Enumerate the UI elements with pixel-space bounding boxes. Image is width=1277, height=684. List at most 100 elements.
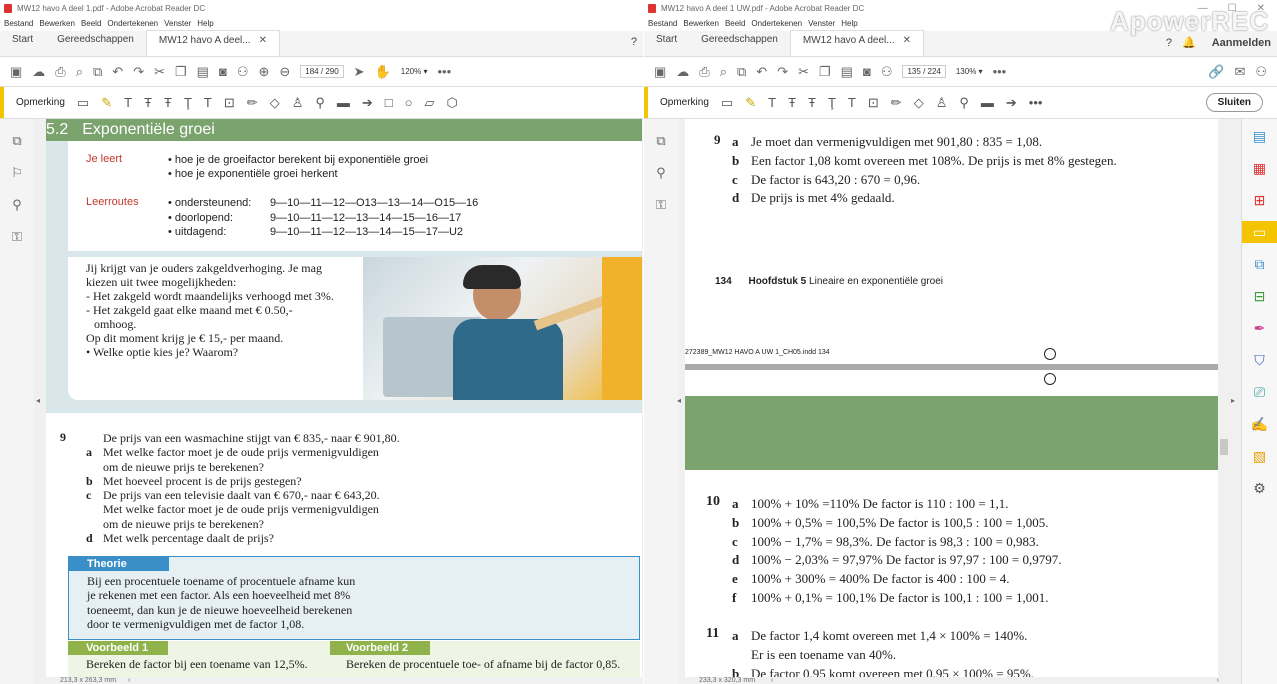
eraser-icon[interactable]: ◇ <box>914 95 924 111</box>
close-comment-button[interactable]: Sluiten <box>1205 93 1263 112</box>
share-icon[interactable]: ⧉ <box>93 64 102 80</box>
menu-bewerken[interactable]: Bewerken <box>39 19 75 28</box>
pages-icon[interactable]: ⧉ <box>12 133 21 149</box>
help-icon[interactable]: ? <box>631 36 637 48</box>
highlight-icon[interactable]: ✎ <box>101 95 112 111</box>
sticky-note-icon[interactable]: ▭ <box>721 95 733 111</box>
scrollbar-thumb[interactable] <box>1220 439 1228 455</box>
collapse-left-icon[interactable]: ◂ <box>677 396 681 405</box>
undo-icon[interactable]: ↶ <box>112 64 123 80</box>
menu-help[interactable]: Help <box>197 19 213 28</box>
copy-icon[interactable]: ❐ <box>819 64 831 80</box>
upload-icon[interactable]: ☁ <box>676 64 689 80</box>
close-icon[interactable]: ✕ <box>903 35 911 46</box>
comment-tool-icon[interactable]: ▭ <box>1241 221 1277 243</box>
pencil-icon[interactable]: ✏ <box>891 95 902 111</box>
undo-icon[interactable]: ↶ <box>756 64 767 80</box>
text-icon[interactable]: T <box>768 95 776 110</box>
stamp-icon[interactable]: ♙ <box>292 95 304 111</box>
print-icon[interactable]: ⎙ <box>55 64 65 80</box>
bookmark-icon[interactable]: ⚐ <box>11 165 23 181</box>
textbox-icon[interactable]: ⊡ <box>224 95 235 111</box>
attach-icon[interactable]: ⚲ <box>959 95 969 111</box>
textbox-icon[interactable]: ⊡ <box>868 95 879 111</box>
hand-icon[interactable]: ✋ <box>375 64 391 80</box>
more-icon[interactable]: ••• <box>437 64 451 79</box>
scroll-left-icon[interactable]: ‹ <box>128 677 130 684</box>
menu-ondertekenen[interactable]: Ondertekenen <box>107 19 158 28</box>
menu-bewerken[interactable]: Bewerken <box>683 19 719 28</box>
paste-icon[interactable]: ▤ <box>841 64 853 80</box>
attachment-icon[interactable]: ⚲ <box>12 197 22 213</box>
security-icon[interactable]: ⚿ <box>656 197 666 213</box>
attach-icon[interactable]: ⚲ <box>315 95 325 111</box>
tab-document[interactable]: MW12 havo A deel... ✕ <box>145 30 280 56</box>
strikethrough-icon[interactable]: Ŧ <box>788 95 796 110</box>
protect-icon[interactable]: ⛉ <box>1254 349 1265 371</box>
highlight-icon[interactable]: ✎ <box>745 95 756 111</box>
cloud-icon[interactable]: ▱ <box>425 95 435 111</box>
snapshot-icon[interactable]: ◙ <box>863 64 871 79</box>
insert-text-icon[interactable]: Ţ <box>184 95 192 110</box>
eraser-icon[interactable]: ◇ <box>270 95 280 111</box>
zoom-dropdown[interactable]: 120% ▾ <box>401 67 428 76</box>
mail-icon[interactable]: ✉ <box>1234 64 1245 80</box>
tab-document[interactable]: MW12 havo A deel... ✕ <box>789 30 924 56</box>
send-sign-icon[interactable]: ✍ <box>1251 413 1268 435</box>
select-icon[interactable]: ➤ <box>354 64 365 80</box>
scroll-right-icon[interactable]: › <box>1217 677 1219 684</box>
attachment-icon[interactable]: ⚲ <box>656 165 666 181</box>
menu-help[interactable]: Help <box>841 19 857 28</box>
export-pdf-icon[interactable]: ▤ <box>1253 125 1266 147</box>
share-icon[interactable]: ⧉ <box>737 64 746 80</box>
menu-ondertekenen[interactable]: Ondertekenen <box>751 19 802 28</box>
scroll-left-icon[interactable]: ‹ <box>771 677 773 684</box>
replace-text-icon[interactable]: Ŧ <box>808 95 816 110</box>
menu-venster[interactable]: Venster <box>164 19 191 28</box>
rectangle-icon[interactable]: □ <box>385 95 393 110</box>
page-number-input[interactable]: 135 / 224 <box>902 65 946 78</box>
fill-sign-icon[interactable]: ✒ <box>1254 317 1266 339</box>
menu-bestand[interactable]: Bestand <box>648 19 677 28</box>
arrow-icon[interactable]: ➔ <box>362 95 373 111</box>
paste-icon[interactable]: ▤ <box>197 64 209 80</box>
stamp-icon[interactable]: ♙ <box>936 95 948 111</box>
tab-start[interactable]: Start <box>644 30 689 56</box>
print-icon[interactable]: ⎙ <box>699 64 709 80</box>
page-number-input[interactable]: 184 / 290 <box>300 65 344 78</box>
tab-start[interactable]: Start <box>0 30 45 56</box>
search-icon[interactable]: ⌕ <box>720 64 727 80</box>
organize-icon[interactable]: ⊟ <box>1254 285 1266 307</box>
text-icon[interactable]: T <box>124 95 132 110</box>
add-text-icon[interactable]: T <box>848 95 856 110</box>
combine-icon[interactable]: ⧉ <box>1255 253 1265 275</box>
pencil-icon[interactable]: ✏ <box>247 95 258 111</box>
find-icon[interactable]: ⚇ <box>881 64 893 80</box>
redo-icon[interactable]: ↷ <box>777 64 788 80</box>
menu-beeld[interactable]: Beeld <box>81 19 101 28</box>
prev-page-icon[interactable]: ⊕ <box>258 64 269 80</box>
more-tools-icon[interactable]: ⚙ <box>1253 477 1266 499</box>
redo-icon[interactable]: ↷ <box>133 64 144 80</box>
upload-icon[interactable]: ☁ <box>32 64 45 80</box>
help-icon[interactable]: ? <box>1166 37 1172 49</box>
snapshot-icon[interactable]: ◙ <box>219 64 227 79</box>
next-page-icon[interactable]: ⊖ <box>279 64 290 80</box>
add-text-icon[interactable]: T <box>204 95 212 110</box>
security-icon[interactable]: ⚿ <box>12 229 22 245</box>
insert-text-icon[interactable]: Ţ <box>828 95 836 110</box>
user-icon[interactable]: ⚇ <box>1255 64 1267 80</box>
collapse-left-icon[interactable]: ◂ <box>36 396 40 405</box>
more-comment-icon[interactable]: ••• <box>1029 95 1043 110</box>
oval-icon[interactable]: ○ <box>405 95 413 110</box>
tab-tools[interactable]: Gereedschappen <box>689 30 790 56</box>
edit-pdf-icon[interactable]: ⊞ <box>1254 189 1266 211</box>
zoom-dropdown[interactable]: 130% ▾ <box>956 67 983 76</box>
sign-in-button[interactable]: Aanmelden <box>1212 37 1271 49</box>
strikethrough-icon[interactable]: Ŧ <box>144 95 152 110</box>
polygon-icon[interactable]: ⬡ <box>447 95 458 111</box>
replace-text-icon[interactable]: Ŧ <box>164 95 172 110</box>
tab-tools[interactable]: Gereedschappen <box>45 30 146 56</box>
cut-icon[interactable]: ✂ <box>154 64 165 80</box>
bell-icon[interactable]: 🔔 <box>1182 36 1196 49</box>
